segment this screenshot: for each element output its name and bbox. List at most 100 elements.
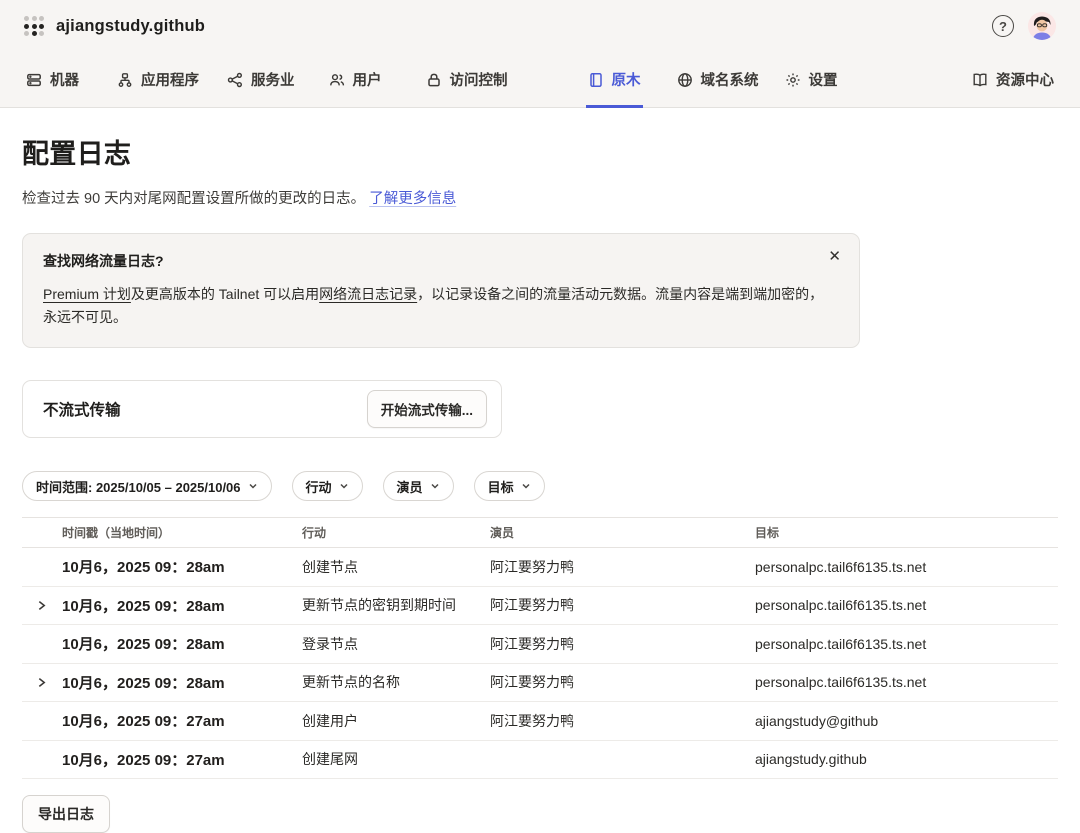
expand-row-button[interactable] [22,600,62,611]
action-filter-label: 行动 [306,477,332,496]
nav-resource-center[interactable]: 资源中心 [970,52,1056,107]
nav-apps[interactable]: 应用程序 [115,52,201,107]
time-range-filter[interactable]: 时间范围: 2025/10/05 – 2025/10/06 [22,471,272,501]
export-logs-button[interactable]: 导出日志 [22,795,110,833]
log-action: 创建节点 [302,557,490,577]
nav-logs[interactable]: 原木 [586,52,643,107]
tailnet-name: ajiangstudy.github [56,17,205,36]
nav-services[interactable]: 服务业 [225,52,297,107]
nav-services-label: 服务业 [251,69,295,90]
start-streaming-button[interactable]: 开始流式传输... [367,390,487,428]
log-actor: 阿江要努力鸭 [490,557,755,577]
log-actor: 阿江要努力鸭 [490,595,755,615]
close-icon[interactable]: ✕ [828,249,841,264]
chevron-down-icon [521,481,531,491]
table-row: 10月6，2025 09：28am 更新节点的名称 阿江要努力鸭 persona… [22,664,1058,703]
log-timestamp: 10月6，2025 09：27am [62,749,302,770]
chevron-down-icon [430,481,440,491]
col-header-timestamp: 时间戳（当地时间） [62,524,302,541]
table-row: 10月6，2025 09：27am 创建用户 阿江要努力鸭 ajiangstud… [22,702,1058,741]
nav-logs-label: 原木 [612,69,641,90]
target-filter-label: 目标 [488,477,514,496]
col-header-target: 目标 [755,524,1058,541]
log-timestamp: 10月6，2025 09：27am [62,710,302,731]
chevron-down-icon [339,481,349,491]
apps-icon [117,72,133,88]
premium-plan-link[interactable]: Premium 计划 [43,286,131,302]
table-row: 10月6，2025 09：28am 登录节点 阿江要努力鸭 personalpc… [22,625,1058,664]
streaming-status-label: 不流式传输 [43,398,121,420]
top-chrome: ajiangstudy.github ? 机器 应用程序 [0,0,1080,108]
chevron-right-icon [36,600,47,611]
nav-machines-label: 机器 [50,69,79,90]
col-header-actor: 演员 [490,524,755,541]
banner-title: 查找网络流量日志? [43,251,839,271]
gear-icon [785,72,801,88]
chevron-down-icon [248,481,258,491]
target-filter[interactable]: 目标 [474,471,545,501]
primary-nav: 机器 应用程序 服务业 用户 访问控制 原木 域名系统 [0,52,1080,107]
logs-icon [588,72,604,88]
nav-resource-center-label: 资源中心 [996,69,1054,90]
action-filter[interactable]: 行动 [292,471,363,501]
table-row: 10月6，2025 09：28am 更新节点的密钥到期时间 阿江要努力鸭 per… [22,587,1058,626]
users-icon [329,72,345,88]
streaming-status-card: 不流式传输 开始流式传输... [22,380,502,438]
page-subtitle: 检查过去 90 天内对尾网配置设置所做的更改的日志。 了解更多信息 [22,187,1058,208]
table-row: 10月6，2025 09：27am 创建尾网 ajiangstudy.githu… [22,741,1058,780]
user-avatar[interactable] [1028,12,1056,40]
avatar-illustration [1028,12,1056,40]
log-actor: 阿江要努力鸭 [490,672,755,692]
log-action: 创建用户 [302,711,490,731]
topbar: ajiangstudy.github ? [0,0,1080,52]
log-timestamp: 10月6，2025 09：28am [62,595,302,616]
actor-filter[interactable]: 演员 [383,471,454,501]
log-timestamp: 10月6，2025 09：28am [62,556,302,577]
log-actor: 阿江要努力鸭 [490,711,755,731]
log-target: personalpc.tail6f6135.ts.net [755,597,1058,613]
tailscale-logo-icon [24,16,44,36]
banner-text-1: 及更高版本的 Tailnet 可以启用 [131,286,319,302]
nav-users[interactable]: 用户 [327,52,384,107]
time-range-filter-label: 时间范围: 2025/10/05 – 2025/10/06 [36,477,241,496]
config-log-table: 时间戳（当地时间） 行动 演员 目标 10月6，2025 09：28am 创建节… [22,517,1058,779]
open-book-icon [972,72,988,88]
network-flow-logs-banner: 查找网络流量日志? ✕ Premium 计划及更高版本的 Tailnet 可以启… [22,233,860,348]
log-action: 创建尾网 [302,749,490,769]
banner-body: Premium 计划及更高版本的 Tailnet 可以启用网络流日志记录，以记录… [43,283,833,329]
log-target: personalpc.tail6f6135.ts.net [755,559,1058,575]
log-actor: 阿江要努力鸭 [490,634,755,654]
lock-icon [426,72,442,88]
nav-settings[interactable]: 设置 [783,52,840,107]
services-icon [227,72,243,88]
nav-access-controls[interactable]: 访问控制 [424,52,510,107]
export-section: 导出日志 [22,795,1058,833]
log-timestamp: 10月6，2025 09：28am [62,672,302,693]
page-title: 配置日志 [22,132,1058,171]
log-target: personalpc.tail6f6135.ts.net [755,674,1058,690]
nav-machines[interactable]: 机器 [24,52,81,107]
machines-icon [26,72,42,88]
log-action: 更新节点的名称 [302,672,490,692]
log-timestamp: 10月6，2025 09：28am [62,633,302,654]
nav-apps-label: 应用程序 [141,69,199,90]
learn-more-link[interactable]: 了解更多信息 [369,191,456,207]
network-flow-logging-link[interactable]: 网络流日志记录 [319,286,417,302]
col-header-action: 行动 [302,524,490,541]
log-target: ajiangstudy@github [755,713,1058,729]
page-subtitle-text: 检查过去 90 天内对尾网配置设置所做的更改的日志。 [22,191,365,207]
nav-dns[interactable]: 域名系统 [675,52,761,107]
nav-users-label: 用户 [353,69,382,90]
table-row: 10月6，2025 09：28am 创建节点 阿江要努力鸭 personalpc… [22,548,1058,587]
actor-filter-label: 演员 [397,477,423,496]
nav-settings-label: 设置 [809,69,838,90]
nav-dns-label: 域名系统 [701,69,759,90]
help-button[interactable]: ? [992,15,1014,37]
chevron-right-icon [36,677,47,688]
expand-row-button[interactable] [22,677,62,688]
log-filters: 时间范围: 2025/10/05 – 2025/10/06 行动 演员 目标 [22,471,1058,501]
log-action: 更新节点的密钥到期时间 [302,595,490,615]
nav-access-controls-label: 访问控制 [450,69,508,90]
log-action: 登录节点 [302,634,490,654]
table-header-row: 时间戳（当地时间） 行动 演员 目标 [22,518,1058,548]
